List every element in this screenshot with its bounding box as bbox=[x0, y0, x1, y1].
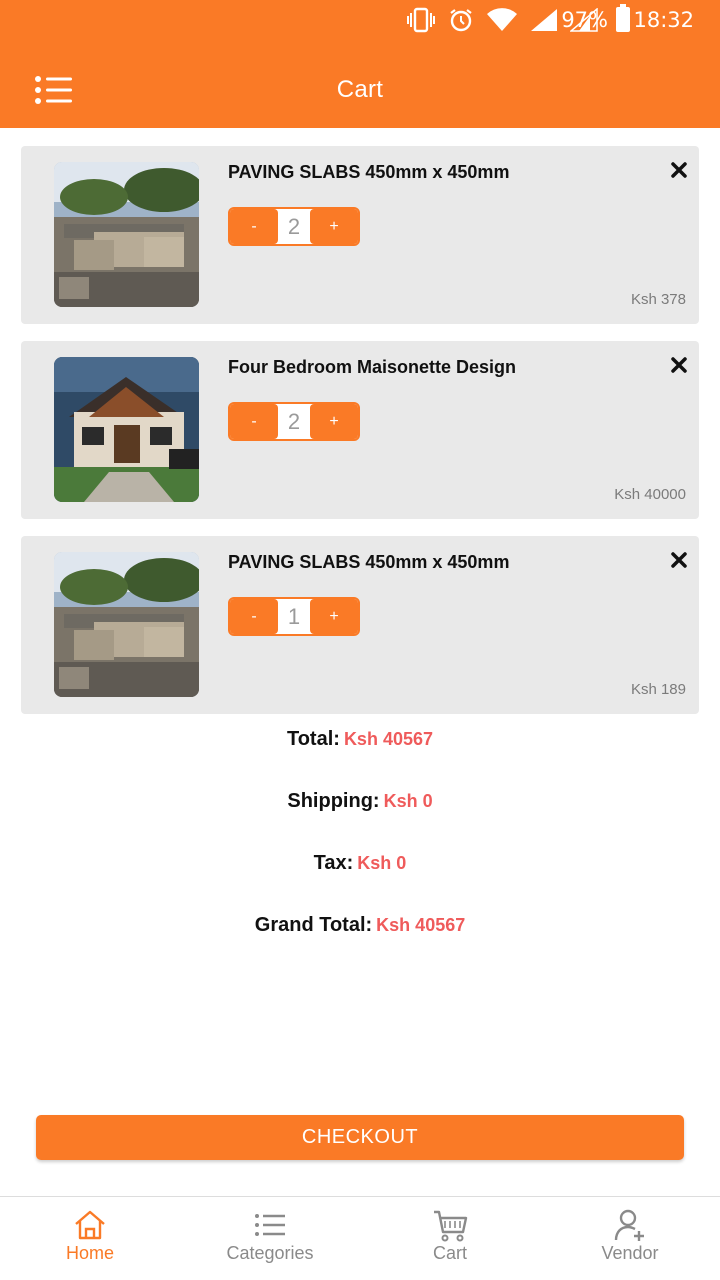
increase-quantity-button[interactable]: + bbox=[310, 599, 358, 634]
grand-total-label: Grand Total: bbox=[254, 914, 373, 936]
list-icon bbox=[255, 1214, 285, 1236]
grand-total-value: Ksh 40567 bbox=[376, 915, 466, 935]
product-name[interactable]: Four Bedroom Maisonette Design bbox=[228, 357, 516, 378]
quantity-stepper: - 1 + bbox=[228, 597, 360, 636]
shipping-value: Ksh 0 bbox=[383, 791, 433, 811]
remove-item-button[interactable] bbox=[671, 552, 687, 568]
shipping-label: Shipping: bbox=[287, 790, 380, 812]
checkout-button[interactable]: CHECKOUT bbox=[36, 1115, 684, 1160]
cart-list: PAVING SLABS 450mm x 450mm - 2 + Ksh 378 bbox=[21, 146, 699, 731]
home-icon bbox=[75, 1210, 105, 1240]
product-image[interactable] bbox=[54, 357, 199, 502]
vibrate-icon bbox=[407, 7, 435, 33]
quantity-stepper: - 2 + bbox=[228, 207, 360, 246]
cart-item: PAVING SLABS 450mm x 450mm - 2 + Ksh 378 bbox=[21, 146, 699, 324]
app-header: 97% 18:32 Cart bbox=[0, 0, 720, 128]
item-price: Ksh 378 bbox=[630, 291, 686, 308]
remove-item-button[interactable] bbox=[671, 162, 687, 178]
increase-quantity-button[interactable]: + bbox=[310, 209, 358, 244]
battery-percent: 97% bbox=[561, 8, 608, 32]
nav-home[interactable]: Home bbox=[0, 1197, 180, 1280]
page-title: Cart bbox=[336, 76, 384, 103]
nav-categories[interactable]: Categories bbox=[180, 1197, 360, 1280]
increase-quantity-button[interactable]: + bbox=[310, 404, 358, 439]
remove-item-button[interactable] bbox=[671, 357, 687, 373]
cart-item: PAVING SLABS 450mm x 450mm - 1 + Ksh 189 bbox=[21, 536, 699, 714]
cart-item: Four Bedroom Maisonette Design - 2 + Ksh… bbox=[21, 341, 699, 519]
tax-label: Tax: bbox=[313, 852, 354, 874]
quantity-value: 2 bbox=[287, 408, 301, 434]
product-name[interactable]: PAVING SLABS 450mm x 450mm bbox=[228, 162, 509, 183]
nav-vendor[interactable]: Vendor bbox=[540, 1197, 720, 1280]
wifi-icon bbox=[487, 8, 517, 32]
item-price: Ksh 40000 bbox=[614, 486, 686, 503]
close-icon bbox=[671, 357, 687, 373]
product-image[interactable] bbox=[54, 552, 199, 697]
close-icon bbox=[671, 552, 687, 568]
nav-label: Home bbox=[65, 1243, 114, 1263]
decrease-quantity-button[interactable]: - bbox=[230, 599, 278, 634]
total-row: Total: Ksh 40567 bbox=[0, 728, 720, 790]
cart-icon bbox=[434, 1210, 468, 1242]
nav-label: Vendor bbox=[601, 1243, 659, 1263]
nav-label: Categories bbox=[226, 1243, 314, 1263]
battery-icon bbox=[616, 4, 630, 32]
product-image[interactable] bbox=[54, 162, 199, 307]
quantity-value: 2 bbox=[287, 213, 301, 239]
add-user-icon bbox=[614, 1209, 644, 1241]
quantity-stepper: - 2 + bbox=[228, 402, 360, 441]
product-name[interactable]: PAVING SLABS 450mm x 450mm bbox=[228, 552, 509, 573]
bottom-navigation: Home Categories Cart Vendor bbox=[0, 1196, 720, 1280]
tax-value: Ksh 0 bbox=[357, 853, 407, 873]
nav-cart[interactable]: Cart bbox=[360, 1197, 540, 1280]
total-value: Ksh 40567 bbox=[343, 729, 433, 749]
clock: 18:32 bbox=[633, 8, 694, 32]
nav-label: Cart bbox=[432, 1243, 467, 1263]
decrease-quantity-button[interactable]: - bbox=[230, 404, 278, 439]
decrease-quantity-button[interactable]: - bbox=[230, 209, 278, 244]
alarm-icon bbox=[450, 9, 472, 32]
shipping-row: Shipping: Ksh 0 bbox=[0, 790, 720, 852]
close-icon bbox=[671, 162, 687, 178]
grand-total-row: Grand Total: Ksh 40567 bbox=[0, 914, 720, 976]
signal-icon bbox=[531, 9, 557, 31]
total-label: Total: bbox=[286, 728, 340, 750]
status-bar: 97% 18:32 bbox=[0, 0, 720, 40]
order-summary: Total: Ksh 40567 Shipping: Ksh 0 Tax: Ksh 0… bbox=[0, 728, 720, 976]
item-price: Ksh 189 bbox=[630, 681, 686, 698]
quantity-value: 1 bbox=[287, 603, 301, 629]
tax-row: Tax: Ksh 0 bbox=[0, 852, 720, 914]
